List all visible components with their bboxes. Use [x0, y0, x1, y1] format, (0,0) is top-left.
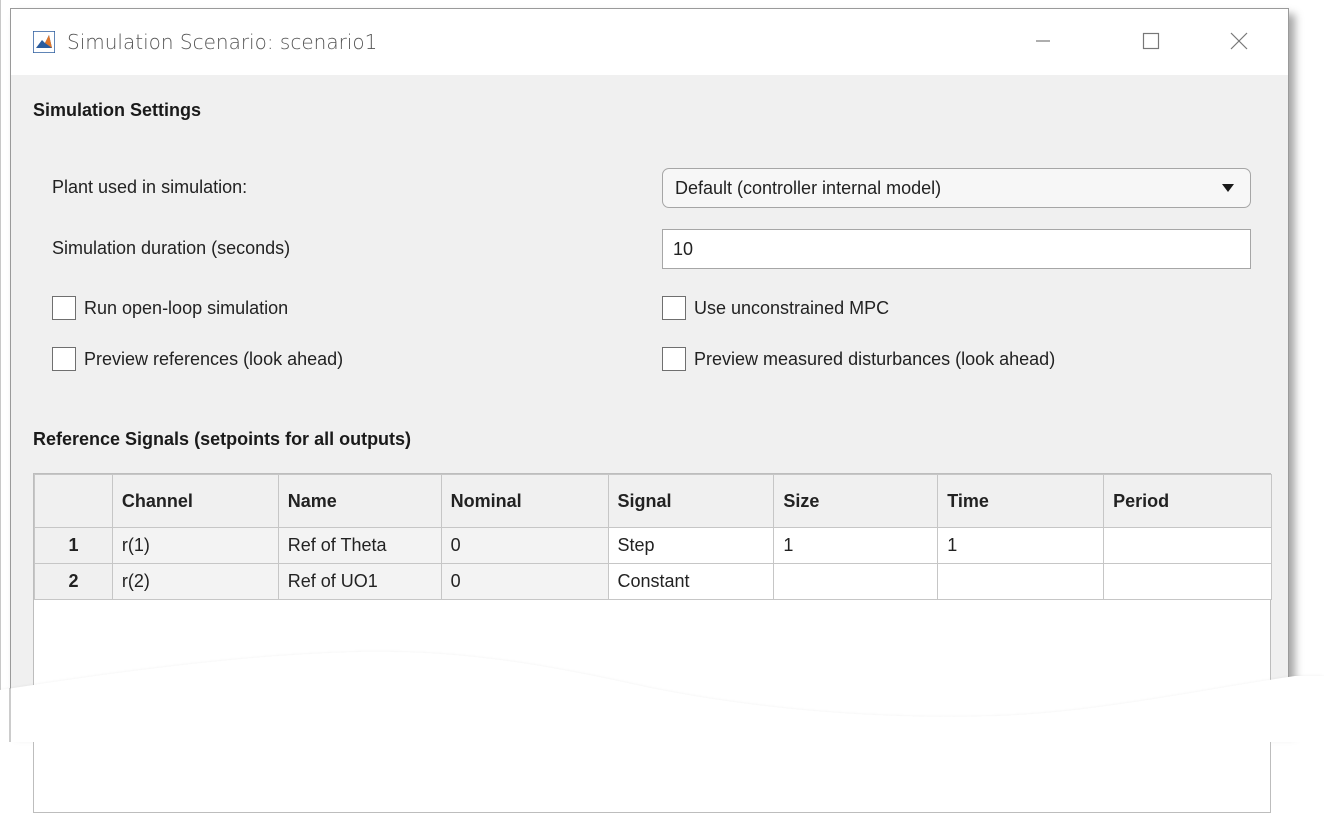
torn-edge — [0, 651, 1324, 742]
